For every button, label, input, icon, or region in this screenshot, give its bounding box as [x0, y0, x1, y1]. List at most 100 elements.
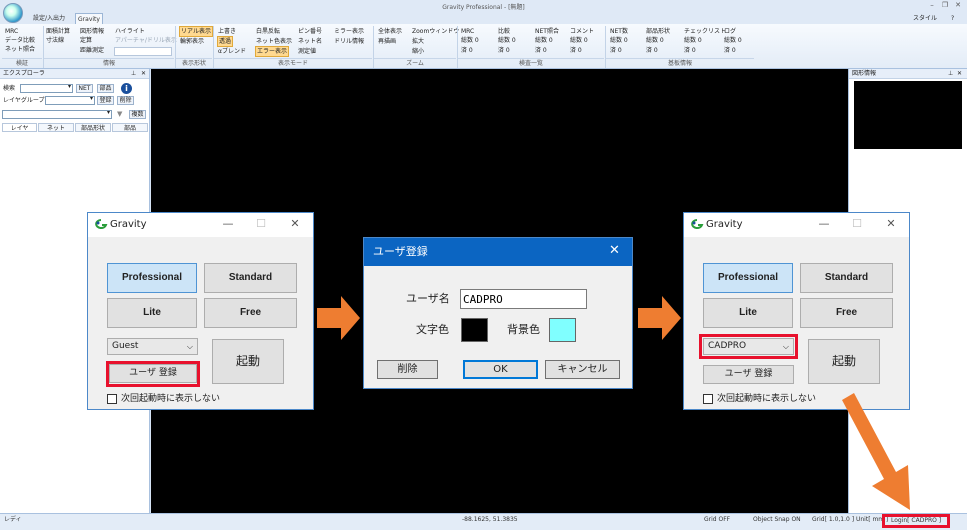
ribbon-mrc[interactable]: MRC [5, 27, 18, 36]
counter-checklist-done: 済 0 [684, 47, 696, 55]
net-button[interactable]: NET [76, 84, 93, 93]
pin-icon[interactable]: ⊥ [948, 70, 953, 77]
close-icon[interactable]: ✕ [884, 217, 898, 231]
search-combo[interactable]: ▾ [20, 83, 73, 93]
ribbon-invert[interactable]: 白黒反転 [256, 27, 280, 36]
ok-button[interactable]: OK [463, 360, 538, 379]
ribbon-alpha-blend[interactable]: αブレンド [218, 47, 246, 56]
layer-group-combo[interactable]: ▾ [45, 95, 95, 105]
panel-close-icon[interactable]: ✕ [141, 70, 146, 77]
minimize-icon[interactable]: — [817, 217, 831, 231]
ribbon-net-verify[interactable]: ネット照合 [5, 45, 35, 54]
no-show-checkbox[interactable] [107, 394, 117, 404]
panel-close-icon[interactable]: ✕ [957, 70, 962, 77]
counter-net-total: 総数 0 [535, 37, 553, 45]
ribbon-zoom-out[interactable]: 縮小 [412, 47, 424, 56]
status-grid[interactable]: Grid OFF [704, 516, 730, 524]
tab-net[interactable]: ネット [38, 123, 74, 132]
edition-professional-button[interactable]: Professional [703, 263, 793, 293]
edition-free-button[interactable]: Free [800, 298, 893, 328]
ribbon-data-compare[interactable]: データ比較 [5, 36, 35, 45]
counter-partshape-total: 総数 0 [646, 37, 664, 45]
counter-netcount-total: 総数 0 [610, 37, 628, 45]
filter-combo[interactable]: ▾ [2, 109, 112, 119]
counter-title-mrc: MRC [461, 28, 475, 35]
tab-layer[interactable]: レイヤ [2, 123, 37, 132]
ribbon-fixed-calc[interactable]: 定算 [80, 36, 92, 45]
app-logo-icon[interactable] [3, 3, 23, 23]
user-select[interactable]: Guest ⌵ [107, 338, 198, 355]
status-object-snap[interactable]: Object Snap ON [753, 516, 801, 524]
edition-lite-button[interactable]: Lite [107, 298, 197, 328]
info-icon[interactable]: i [121, 83, 132, 94]
arrow-down-right-icon [842, 393, 910, 510]
ribbon-overwrite[interactable]: 上書き [218, 27, 236, 36]
ribbon-drill-info[interactable]: ドリル情報 [334, 37, 364, 46]
minimize-icon[interactable]: — [221, 217, 235, 231]
dialog-title-bar: Gravity — ☐ ✕ [684, 213, 909, 237]
counter-text: 済 0 [724, 47, 736, 54]
launch-button[interactable]: 起動 [808, 339, 880, 384]
ribbon-distance[interactable]: 距離測定 [80, 46, 104, 55]
ribbon-dimension[interactable]: 寸法線 [46, 36, 64, 45]
ribbon-error-view[interactable]: エラー表示 [255, 46, 290, 57]
close-icon[interactable]: ✕ [609, 243, 620, 259]
edition-lite-button[interactable]: Lite [703, 298, 793, 328]
ribbon-area-calc[interactable]: 面積計算 [46, 27, 70, 36]
close-icon[interactable]: ✕ [288, 217, 302, 231]
edition-standard-button[interactable]: Standard [800, 263, 893, 293]
layer-group-label: レイヤグループ [3, 97, 45, 104]
ribbon-net-name[interactable]: ネット名 [298, 37, 322, 46]
tab-settings-io[interactable]: 設定/入出力 [28, 13, 70, 24]
edition-free-button[interactable]: Free [204, 298, 297, 328]
ribbon-tab-row [0, 13, 967, 24]
ribbon-redraw[interactable]: 再描画 [378, 37, 396, 46]
restore-icon[interactable]: ❐ [940, 1, 950, 10]
ribbon-net-color[interactable]: ネット色表示 [256, 37, 292, 46]
ribbon-transparent[interactable]: 透過 [217, 36, 234, 47]
launch-button[interactable]: 起動 [212, 339, 284, 384]
bg-color-swatch[interactable] [549, 318, 576, 342]
ribbon-zoom-in[interactable]: 拡大 [412, 37, 424, 46]
user-name-input[interactable] [460, 289, 587, 309]
counter-title-checklist: チェックリスト [684, 28, 727, 35]
ribbon-highlight-input[interactable] [114, 47, 172, 56]
delete-button[interactable]: 削除 [117, 96, 134, 105]
pin-icon[interactable]: ⊥ [131, 70, 136, 77]
ribbon-zoom-window[interactable]: Zoomウィンドウ [412, 27, 459, 36]
ribbon-shape-info[interactable]: 図形情報 [80, 27, 104, 36]
tab-part-shape[interactable]: 部品形状 [75, 123, 111, 132]
ribbon-mirror[interactable]: ミラー表示 [334, 27, 364, 36]
part-button[interactable]: 部品 [97, 84, 114, 93]
group-label-zoom: ズーム [374, 58, 456, 68]
tab-gravity[interactable]: Gravity [75, 13, 103, 24]
counter-text: 総数 0 [610, 37, 628, 44]
ribbon-outline-view[interactable]: 輪郭表示 [180, 37, 204, 46]
ribbon-pin-number[interactable]: ピン番号 [298, 27, 322, 36]
tab-part[interactable]: 部品 [112, 123, 148, 132]
delete-button[interactable]: 削除 [377, 360, 438, 379]
edition-professional-button[interactable]: Professional [107, 263, 197, 293]
user-register-button[interactable]: ユーザ 登録 [703, 365, 794, 384]
ribbon-measure[interactable]: 測定値 [298, 47, 316, 56]
style-menu[interactable]: スタイル [913, 13, 937, 24]
help-icon[interactable]: ? [951, 15, 954, 22]
group-label-check-list: 検査一覧 [458, 58, 604, 68]
cancel-button[interactable]: キャンセル [545, 360, 620, 379]
filter-icon[interactable]: ▼ [117, 110, 122, 118]
user-register-button[interactable]: ユーザ 登録 [109, 364, 197, 383]
counter-text: 済 0 [461, 47, 473, 54]
ribbon-fit-all[interactable]: 全体表示 [378, 27, 402, 36]
register-button[interactable]: 登録 [97, 96, 114, 105]
edition-standard-button[interactable]: Standard [204, 263, 297, 293]
user-select[interactable]: CADPRO ⌵ [703, 338, 794, 355]
close-icon[interactable]: ✕ [953, 1, 963, 10]
ribbon-real-view[interactable]: リアル表示 [179, 26, 213, 37]
text-color-swatch[interactable] [461, 318, 488, 342]
ribbon-highlight[interactable]: ハイライト [115, 27, 145, 36]
counter-text: 総数 0 [724, 37, 742, 44]
multi-button[interactable]: 複数 [129, 110, 146, 119]
minimize-icon[interactable]: – [927, 1, 937, 10]
window-title: Gravity Professional - [無題] [442, 4, 525, 11]
no-show-checkbox[interactable] [703, 394, 713, 404]
